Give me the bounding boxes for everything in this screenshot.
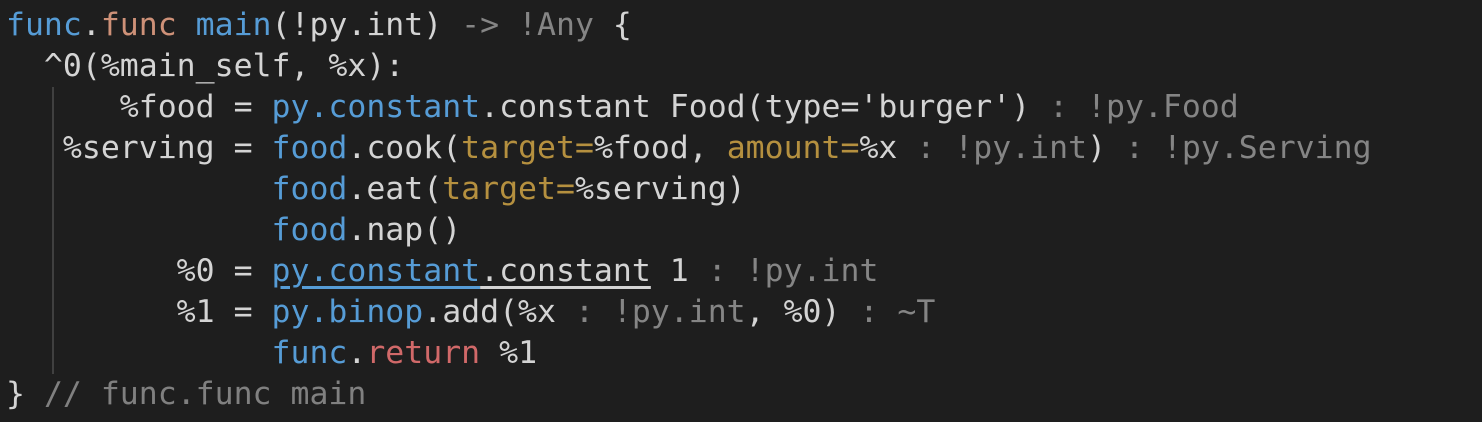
code-token: food	[271, 130, 348, 166]
code-token: // func.func main	[43, 376, 367, 412]
code-token: %0 =	[6, 253, 272, 289]
code-token: target=	[442, 171, 575, 207]
code-line[interactable]: %serving = food.cook(target=%food, amoun…	[6, 128, 1372, 169]
code-line[interactable]: %food = py.constant.constant Food(type='…	[6, 87, 1239, 128]
code-token: %serving =	[6, 130, 272, 166]
code-token: py.constant	[271, 89, 481, 125]
code-token: ^0(%main_self, %x):	[6, 48, 405, 84]
code-line[interactable]: food.nap()	[6, 210, 462, 251]
code-token: return	[366, 335, 481, 371]
code-token: func	[6, 7, 82, 43]
code-token: .constant	[480, 253, 651, 289]
code-line[interactable]: func.return %1	[6, 333, 538, 374]
code-token: : !py.int	[707, 253, 879, 289]
code-token: %food,	[593, 130, 727, 166]
code-token: .	[347, 335, 367, 371]
code-token: (!py.int)	[271, 7, 462, 43]
code-line[interactable]: func.func main(!py.int) -> !Any {	[6, 5, 632, 46]
code-token: food	[271, 212, 348, 248]
code-token: : !py.Serving	[1125, 130, 1372, 166]
code-token: py.constant	[271, 253, 481, 289]
code-token: : !py.Food	[1049, 89, 1239, 125]
code-line[interactable]: %0 = py.constant.constant 1 : !py.int	[6, 251, 879, 292]
code-token: food	[271, 171, 348, 207]
code-token: .add(%x	[423, 294, 575, 330]
code-token: : ~T	[859, 294, 936, 330]
code-line[interactable]: food.eat(target=%serving)	[6, 169, 746, 210]
code-token: %x	[859, 130, 917, 166]
code-token: .eat(	[347, 171, 443, 207]
code-token: : !py.int	[916, 130, 1088, 166]
code-line[interactable]: } // func.func main	[6, 374, 366, 415]
code-token: amount=	[726, 130, 860, 166]
code-token: %1 =	[6, 294, 272, 330]
code-token: -> !Any	[461, 7, 594, 43]
code-token: func	[271, 335, 348, 371]
code-editor[interactable]: func.func main(!py.int) -> !Any { ^0(%ma…	[0, 0, 1482, 422]
code-token: .nap()	[347, 212, 462, 248]
code-line[interactable]: ^0(%main_self, %x):	[6, 46, 404, 87]
code-token: }	[6, 376, 44, 412]
code-token: .cook(	[347, 130, 462, 166]
code-token: : !py.int	[574, 294, 746, 330]
code-token: %food =	[6, 89, 272, 125]
code-token: target=	[461, 130, 594, 166]
code-token: %1	[480, 335, 538, 371]
code-token: .constant Food(type='burger')	[480, 89, 1050, 125]
code-token: main	[195, 7, 272, 43]
code-token: .	[81, 7, 101, 43]
code-token: {	[593, 7, 632, 43]
code-token: 1	[650, 253, 708, 289]
code-token: %serving)	[574, 171, 746, 207]
code-line[interactable]: %1 = py.binop.add(%x : !py.int, %0) : ~T	[6, 292, 936, 333]
code-token: , %0)	[745, 294, 860, 330]
code-token: func	[100, 7, 177, 43]
code-token: )	[1087, 130, 1125, 166]
code-token: py.binop	[271, 294, 424, 330]
